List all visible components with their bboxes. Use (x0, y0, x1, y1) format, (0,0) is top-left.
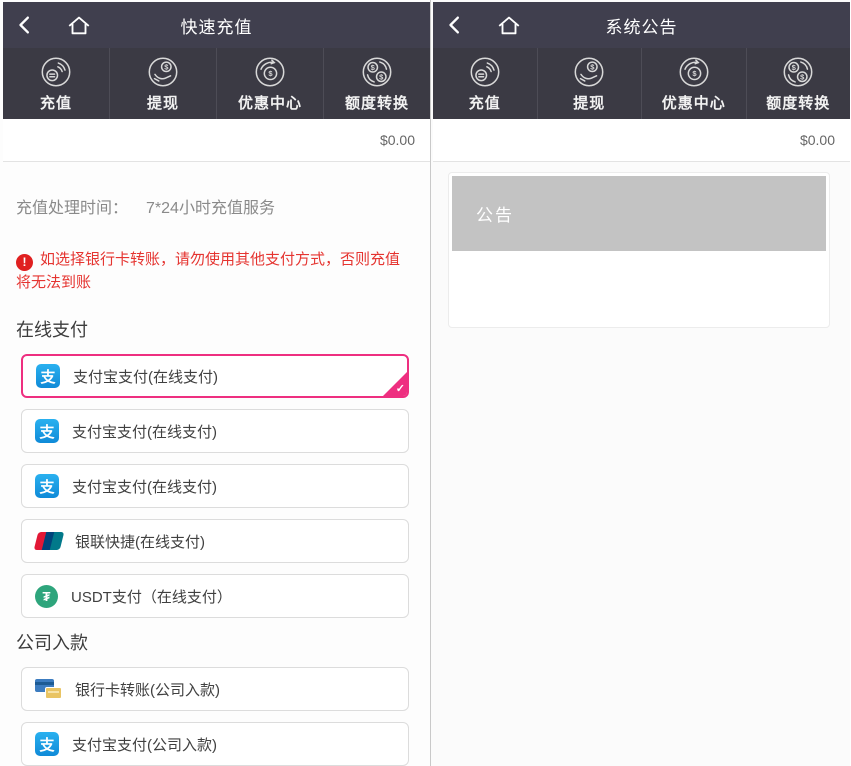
tab-label: 优惠中心 (238, 92, 302, 113)
tab-recharge[interactable]: 充值 (3, 48, 110, 119)
balance-row: $0.00 (433, 119, 850, 162)
svg-text:$: $ (800, 72, 805, 81)
processing-time-label: 充值处理时间： (16, 194, 128, 218)
tab-promo-center[interactable]: $ 优惠中心 (217, 48, 324, 119)
promo-center-icon: $ (253, 55, 287, 89)
notice-item[interactable]: 公告 (448, 172, 830, 328)
svg-text:$: $ (371, 62, 376, 71)
recharge-content: 充值处理时间： 7*24小时充值服务 !如选择银行卡转账，请勿使用其他支付方式，… (3, 162, 430, 766)
svg-text:$: $ (268, 69, 273, 78)
recharge-icon (39, 55, 73, 89)
pay-option-usdt[interactable]: ₮ USDT支付（在线支付） (21, 574, 409, 618)
pay-option-label: 支付宝支付(在线支付) (72, 421, 217, 442)
unionpay-icon (35, 532, 62, 550)
tab-label: 提现 (147, 92, 179, 113)
pay-option-label: 支付宝支付(在线支付) (73, 366, 218, 387)
alipay-icon: 支 (35, 474, 59, 498)
pay-option-alipay-1[interactable]: 支 支付宝支付(在线支付) ✓ (21, 354, 409, 398)
back-icon[interactable] (433, 14, 479, 36)
announcement-content: 公告 (433, 162, 850, 328)
pay-option-unionpay[interactable]: 银联快捷(在线支付) (21, 519, 409, 563)
pay-option-label: 银行卡转账(公司入款) (75, 679, 220, 700)
tab-label: 额度转换 (345, 92, 409, 113)
header: 系统公告 (433, 2, 850, 48)
tab-withdraw[interactable]: $ 提现 (110, 48, 217, 119)
svg-text:$: $ (590, 62, 595, 71)
tab-recharge[interactable]: 充值 (433, 48, 538, 119)
pay-option-label: 支付宝支付(在线支付) (72, 476, 217, 497)
svg-text:$: $ (792, 62, 797, 71)
check-icon: ✓ (396, 384, 405, 395)
tab-withdraw[interactable]: $ 提现 (538, 48, 643, 119)
announcement-page: 系统公告 充值 $ 提现 (431, 0, 850, 766)
warning-icon: ! (16, 254, 33, 271)
section-title-online-pay: 在线支付 (16, 316, 414, 342)
tab-quota-exchange[interactable]: $ $ 额度转换 (747, 48, 851, 119)
back-icon[interactable] (3, 14, 49, 36)
tab-label: 充值 (40, 92, 72, 113)
svg-text:$: $ (379, 72, 384, 81)
bank-transfer-warning: !如选择银行卡转账，请勿使用其他支付方式，否则充值将无法到账 (16, 248, 414, 294)
notice-banner: 公告 (452, 176, 826, 251)
tab-label: 优惠中心 (662, 92, 726, 113)
warning-text: 如选择银行卡转账，请勿使用其他支付方式，否则充值将无法到账 (16, 251, 400, 291)
quota-exchange-icon: $ $ (360, 55, 394, 89)
notice-body (452, 251, 826, 324)
home-icon[interactable] (57, 13, 101, 37)
tab-quota-exchange[interactable]: $ $ 额度转换 (324, 48, 430, 119)
online-pay-options: 支 支付宝支付(在线支付) ✓ 支 支付宝支付(在线支付) 支 支付宝支付(在线… (16, 354, 414, 618)
balance-amount: $0.00 (380, 132, 415, 148)
svg-text:$: $ (692, 69, 697, 78)
alipay-icon: 支 (35, 419, 59, 443)
home-icon[interactable] (487, 13, 531, 37)
tab-label: 额度转换 (766, 92, 830, 113)
withdraw-icon: $ (146, 55, 180, 89)
pay-option-alipay-2[interactable]: 支 支付宝支付(在线支付) (21, 409, 409, 453)
tab-label: 提现 (573, 92, 605, 113)
quick-nav: 充值 $ 提现 $ 优惠中心 (3, 48, 430, 119)
pay-option-alipay-3[interactable]: 支 支付宝支付(在线支付) (21, 464, 409, 508)
recharge-page: 快速充值 充值 $ 提现 (0, 0, 431, 766)
alipay-icon: 支 (35, 732, 59, 756)
quick-nav: 充值 $ 提现 $ 优惠中心 (433, 48, 850, 119)
recharge-icon (468, 55, 502, 89)
pay-option-bank-transfer[interactable]: 银行卡转账(公司入款) (21, 667, 409, 711)
svg-text:$: $ (164, 62, 169, 71)
pay-option-label: 支付宝支付(公司入款) (72, 734, 217, 755)
usdt-icon: ₮ (35, 585, 58, 608)
notice-title: 公告 (476, 201, 514, 226)
alipay-icon: 支 (36, 364, 60, 388)
pay-option-label: USDT支付（在线支付） (71, 586, 232, 607)
pay-option-label: 银联快捷(在线支付) (75, 531, 205, 552)
balance-row: $0.00 (3, 119, 430, 162)
tab-label: 充值 (469, 92, 501, 113)
balance-amount: $0.00 (800, 132, 835, 148)
quota-exchange-icon: $ $ (781, 55, 815, 89)
withdraw-icon: $ (572, 55, 606, 89)
tab-promo-center[interactable]: $ 优惠中心 (642, 48, 747, 119)
company-deposit-options: 银行卡转账(公司入款) 支 支付宝支付(公司入款) (16, 667, 414, 766)
section-title-company-deposit: 公司入款 (16, 629, 414, 655)
bank-cards-icon (35, 679, 62, 699)
promo-center-icon: $ (677, 55, 711, 89)
processing-time-value: 7*24小时充值服务 (146, 194, 275, 218)
processing-time: 充值处理时间： 7*24小时充值服务 (16, 194, 414, 218)
pay-option-alipay-company[interactable]: 支 支付宝支付(公司入款) (21, 722, 409, 766)
header: 快速充值 (3, 2, 430, 48)
